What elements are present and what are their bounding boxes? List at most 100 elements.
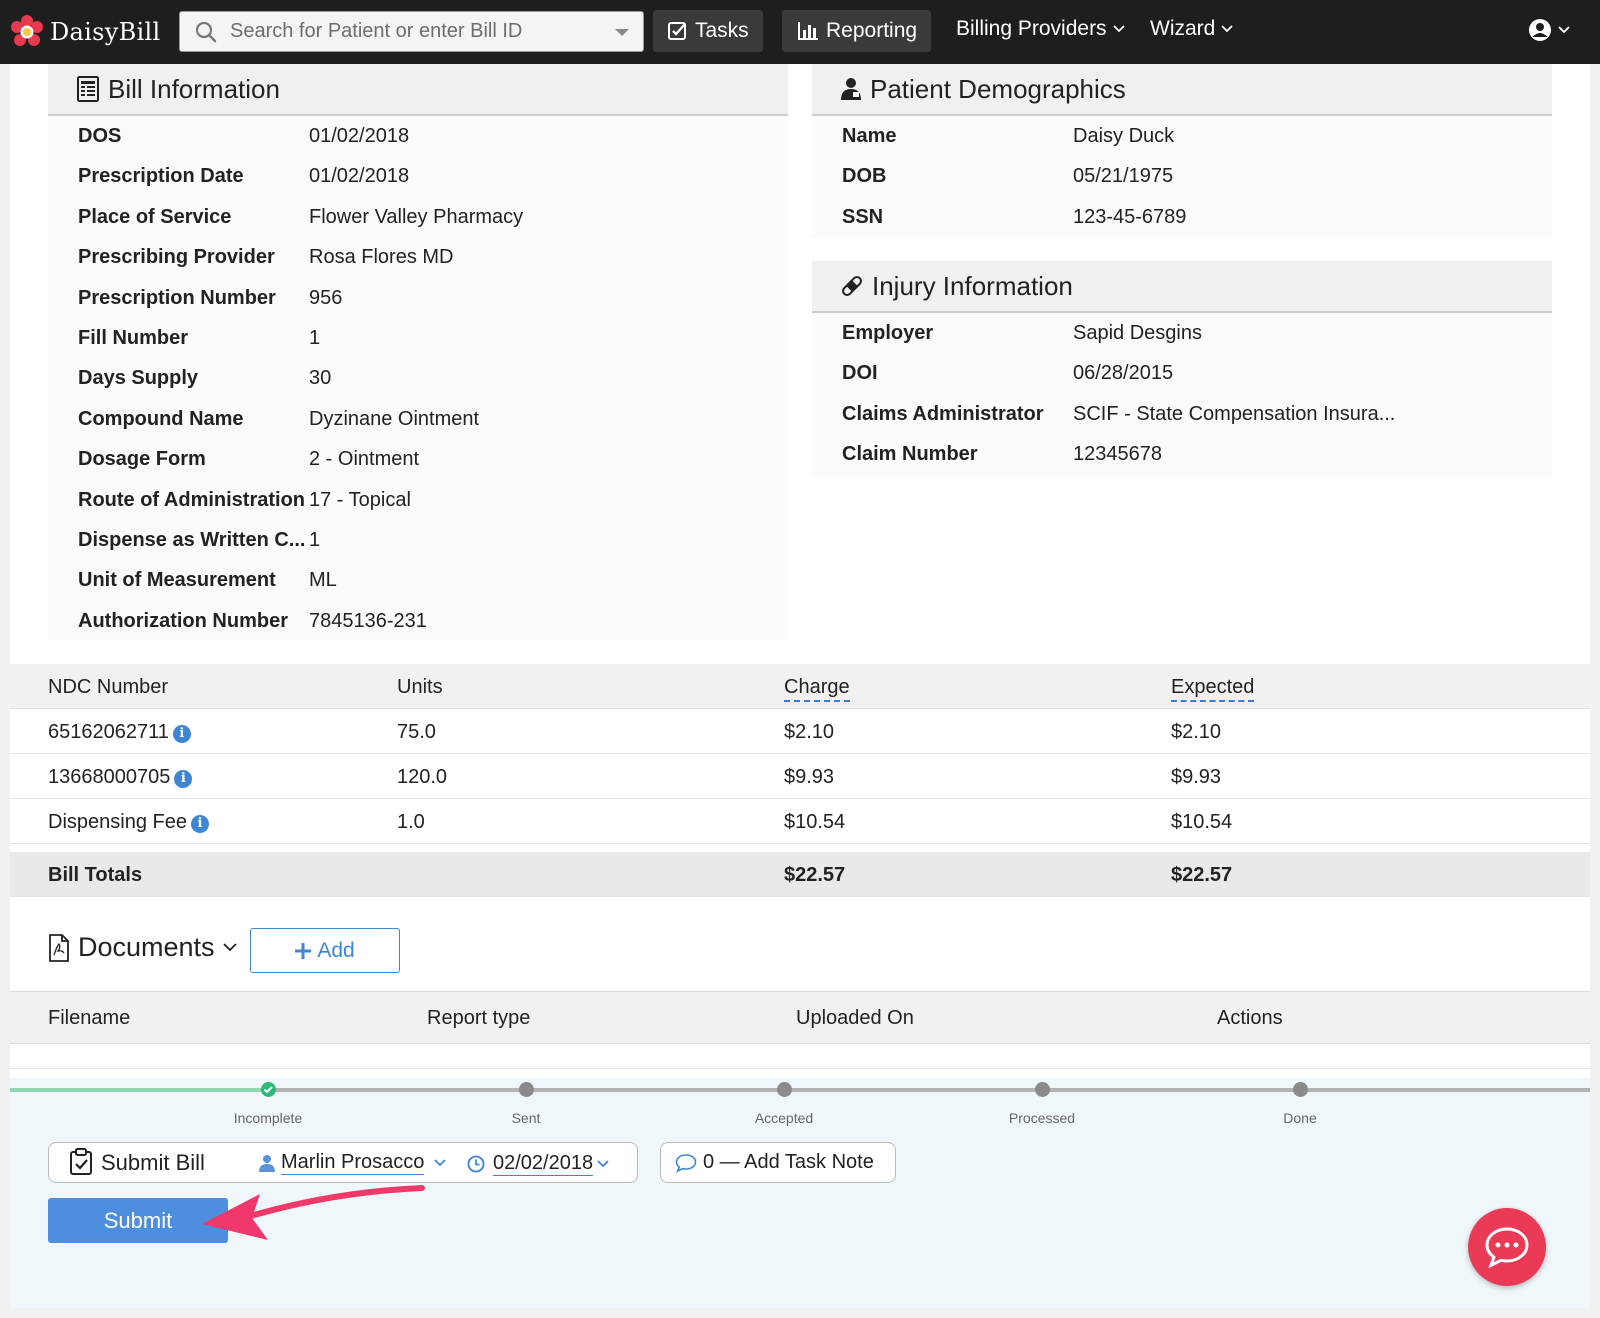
patient-label: DOB bbox=[842, 165, 887, 188]
caret-down-icon[interactable] bbox=[615, 29, 629, 36]
cell-expected-text: $2.10 bbox=[1171, 721, 1222, 743]
patient-row: Name Daisy Duck bbox=[842, 116, 1542, 157]
search-icon bbox=[195, 21, 217, 43]
pdf-file-icon bbox=[49, 933, 69, 962]
injury-value: SCIF - State Compensation Insura... bbox=[1073, 402, 1396, 425]
bill-detail-card: Bill Information DOS 01/02/2018 Prescripti… bbox=[10, 64, 1590, 1308]
bill-info-row: Dispense as Written C... 1 bbox=[78, 520, 778, 561]
bill-information-header: Bill Information bbox=[48, 64, 788, 116]
injury-information-panel: Injury Information Employer Sapid Desgins… bbox=[812, 261, 1552, 477]
add-document-button[interactable]: Add bbox=[250, 928, 400, 973]
info-icon[interactable]: i bbox=[172, 725, 191, 743]
injury-row: DOI 06/28/2015 bbox=[842, 353, 1542, 394]
patient-search[interactable] bbox=[179, 11, 644, 52]
bill-info-value: Rosa Flores MD bbox=[309, 246, 454, 269]
injury-information-header: Injury Information bbox=[812, 261, 1552, 313]
tasks-label: Tasks bbox=[695, 19, 749, 42]
search-input[interactable] bbox=[230, 12, 590, 51]
table-row: 65162062711 i 75.0 $2.10 $2.10 bbox=[10, 709, 1590, 754]
assignee-select[interactable]: Marlin Prosacco bbox=[259, 1151, 447, 1175]
bill-info-value: 2 - Ointment bbox=[309, 448, 420, 471]
chat-support-button[interactable] bbox=[1468, 1208, 1546, 1286]
patient-row: SSN 123-45-6789 bbox=[842, 197, 1542, 238]
reporting-button[interactable]: Reporting bbox=[782, 10, 932, 52]
step-done-dot bbox=[1293, 1082, 1308, 1097]
bill-info-label: Dispense as Written C... bbox=[78, 529, 306, 551]
step-incomplete-dot bbox=[261, 1082, 276, 1097]
step-processed-label: Processed bbox=[1008, 1110, 1076, 1126]
info-icon[interactable]: i bbox=[190, 815, 209, 833]
cell-expected-text: $10.54 bbox=[1171, 811, 1233, 833]
cell-ndc-text: 13668000705 bbox=[48, 766, 171, 788]
bill-info-row: Unit of Measurement ML bbox=[78, 560, 778, 601]
header-uploaded-on: Uploaded On bbox=[796, 1007, 914, 1029]
injury-information-title: Injury Information bbox=[872, 270, 1073, 301]
cell-expected: $2.10 bbox=[1171, 721, 1221, 744]
bill-info-row: Compound Name Dyzinane Ointment bbox=[78, 399, 778, 440]
patient-demographics-header: Patient Demographics bbox=[812, 64, 1552, 116]
bill-info-value: 956 bbox=[309, 286, 343, 309]
chevron-down-icon bbox=[1112, 25, 1125, 33]
user-menu[interactable] bbox=[1528, 18, 1570, 42]
due-date-select[interactable]: 02/02/2018 bbox=[467, 1152, 609, 1176]
bill-info-row: DOS 01/02/2018 bbox=[78, 116, 778, 157]
bill-information-panel: Bill Information DOS 01/02/2018 Prescripti… bbox=[48, 64, 788, 640]
totals-charge: $22.57 bbox=[784, 864, 846, 886]
bill-info-row: Place of Service Flower Valley Pharmacy bbox=[78, 197, 778, 238]
billing-providers-menu[interactable]: Billing Providers bbox=[956, 17, 1125, 41]
header-actions: Actions bbox=[1217, 1007, 1283, 1029]
bill-info-label: Prescribing Provider bbox=[78, 246, 275, 269]
bill-info-label: Fill Number bbox=[78, 327, 189, 349]
billing-providers-label: Billing Providers bbox=[956, 17, 1107, 40]
patient-label: Name bbox=[842, 125, 897, 147]
cell-expected-text: $9.93 bbox=[1171, 766, 1222, 788]
bill-info-value: 1 bbox=[309, 529, 321, 551]
comment-icon bbox=[675, 1153, 697, 1173]
bill-info-label: Route of Administration bbox=[78, 488, 306, 511]
cell-units: 75.0 bbox=[397, 721, 436, 744]
brand[interactable]: DaisyBill bbox=[10, 14, 160, 50]
plus-icon bbox=[295, 942, 312, 959]
chevron-down-icon bbox=[597, 1160, 609, 1168]
wizard-menu[interactable]: Wizard bbox=[1150, 17, 1233, 41]
bill-info-label: Compound Name bbox=[78, 407, 244, 430]
step-incomplete-label: Incomplete bbox=[233, 1110, 303, 1126]
header-ndc-number: NDC Number bbox=[48, 676, 169, 698]
due-date: 02/02/2018 bbox=[493, 1152, 594, 1176]
task-note-label: 0 — Add Task Note bbox=[703, 1151, 874, 1173]
injury-value: 06/28/2015 bbox=[1073, 362, 1174, 385]
patient-demographics-title: Patient Demographics bbox=[870, 73, 1126, 104]
patient-value: 123-45-6789 bbox=[1073, 205, 1187, 228]
annotation-arrow-icon bbox=[202, 1185, 425, 1240]
header-expected[interactable]: Expected bbox=[1171, 676, 1255, 702]
injury-value: 12345678 bbox=[1073, 443, 1162, 466]
bill-information-title: Bill Information bbox=[108, 73, 280, 104]
injury-row: Claims Administrator SCIF - State Compens… bbox=[842, 394, 1542, 435]
info-icon[interactable]: i bbox=[174, 770, 193, 788]
wizard-label: Wizard bbox=[1150, 17, 1216, 40]
header-charge[interactable]: Charge bbox=[784, 676, 850, 702]
table-row: Dispensing Fee i 1.0 $10.54 $10.54 bbox=[10, 799, 1590, 844]
task-label: Submit Bill bbox=[101, 1150, 205, 1175]
add-task-note-button[interactable]: 0 — Add Task Note bbox=[660, 1142, 896, 1183]
table-row: 13668000705 i 120.0 $9.93 $9.93 bbox=[10, 754, 1590, 799]
ndc-table-header: NDC Number Units Charge Expected bbox=[10, 664, 1590, 709]
chevron-down-icon bbox=[434, 1159, 447, 1167]
checkbox-icon bbox=[668, 22, 686, 40]
top-navbar: DaisyBill Tasks Reporting Billing Provid… bbox=[0, 0, 1600, 64]
user-icon bbox=[259, 1155, 275, 1172]
bill-info-label: Dosage Form bbox=[78, 448, 206, 471]
assignee-name: Marlin Prosacco bbox=[281, 1151, 425, 1175]
totals-label: Bill Totals bbox=[48, 864, 143, 886]
cell-charge: $9.93 bbox=[784, 766, 834, 789]
clipboard-check-icon bbox=[70, 1148, 92, 1175]
tasks-button[interactable]: Tasks bbox=[653, 10, 763, 52]
cell-ndc: Dispensing Fee i bbox=[48, 811, 209, 834]
cell-charge-text: $10.54 bbox=[784, 811, 846, 833]
user-circle-icon bbox=[1529, 19, 1551, 41]
chat-bubble-icon bbox=[1485, 1227, 1529, 1268]
bill-info-row: Authorization Number 7845136-231 bbox=[78, 601, 778, 642]
cell-expected: $9.93 bbox=[1171, 766, 1221, 789]
documents-dropdown[interactable]: Documents bbox=[48, 932, 237, 963]
patient-value: Daisy Duck bbox=[1073, 125, 1175, 147]
